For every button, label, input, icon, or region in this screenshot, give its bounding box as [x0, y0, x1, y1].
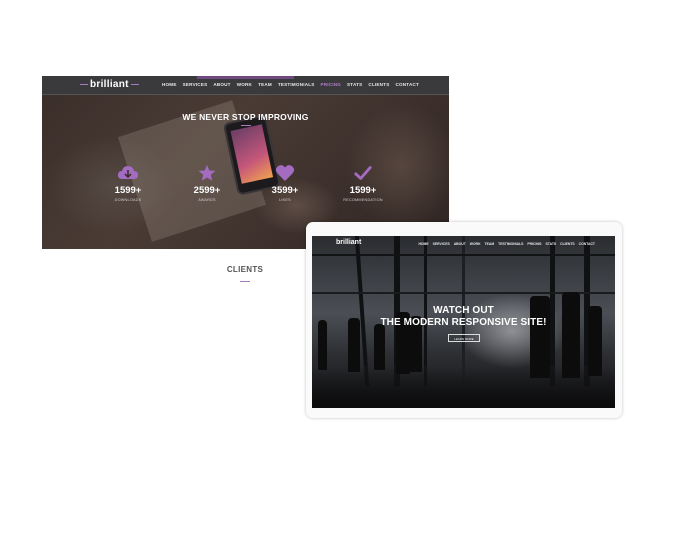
stat-downloads: 1599+ DOWNLOADS — [98, 164, 158, 202]
cloud-download-icon — [98, 164, 158, 182]
hero-title-line1: WATCH OUT — [433, 305, 494, 316]
nav-pricing[interactable]: PRICING — [321, 82, 342, 87]
nav-active-indicator — [197, 76, 294, 79]
learn-more-button[interactable]: LEARN MORE — [448, 334, 480, 342]
nav-clients[interactable]: CLIENTS — [560, 242, 575, 246]
nav-stats[interactable]: STATS — [546, 242, 557, 246]
hero-title-line2: THE MODERN RESPONSIVE SITE! — [380, 317, 547, 328]
nav-pricing[interactable]: PRICING — [527, 242, 541, 246]
checkmark-icon — [333, 164, 393, 182]
clients-underline — [240, 281, 250, 282]
nav-home[interactable]: HOME — [418, 242, 428, 246]
nav-testimonials[interactable]: TESTIMONIALS — [498, 242, 523, 246]
clients-section-title: CLIENTS — [226, 265, 264, 274]
desktop-navbar: brilliant HOME SERVICES ABOUT WORK TEAM … — [42, 76, 449, 95]
nav-team[interactable]: TEAM — [485, 242, 495, 246]
heart-icon — [255, 164, 315, 182]
stats-headline: WE NEVER STOP IMPROVING — [182, 112, 309, 122]
stat-likes: 3599+ LIKES — [255, 164, 315, 202]
nav-stats[interactable]: STATS — [347, 82, 362, 87]
tablet-nav-menu: HOME SERVICES ABOUT WORK TEAM TESTIMONIA… — [418, 242, 595, 246]
star-icon — [177, 164, 237, 182]
nav-about[interactable]: ABOUT — [213, 82, 230, 87]
tablet-preview-screenshot: brilliant HOME SERVICES ABOUT WORK TEAM … — [312, 236, 615, 408]
headline-underline — [241, 125, 251, 126]
nav-work[interactable]: WORK — [237, 82, 252, 87]
nav-work[interactable]: WORK — [470, 242, 481, 246]
nav-contact[interactable]: CONTACT — [579, 242, 595, 246]
nav-testimonials[interactable]: TESTIMONIALS — [278, 82, 315, 87]
brand-logo-tablet[interactable]: brilliant — [336, 239, 361, 246]
nav-clients[interactable]: CLIENTS — [368, 82, 389, 87]
stat-recommendation: 1599+ RECOMMENDATION — [333, 164, 393, 202]
nav-services[interactable]: SERVICES — [183, 82, 208, 87]
nav-team[interactable]: TEAM — [258, 82, 272, 87]
nav-services[interactable]: SERVICES — [433, 242, 450, 246]
nav-home[interactable]: HOME — [162, 82, 177, 87]
nav-about[interactable]: ABOUT — [454, 242, 466, 246]
nav-contact[interactable]: CONTACT — [395, 82, 419, 87]
brand-logo[interactable]: brilliant — [78, 79, 141, 90]
tablet-navbar: brilliant HOME SERVICES ABOUT WORK TEAM … — [312, 236, 615, 250]
desktop-nav-menu: HOME SERVICES ABOUT WORK TEAM TESTIMONIA… — [162, 82, 419, 87]
stat-awards: 2599+ AWARDS — [177, 164, 237, 202]
